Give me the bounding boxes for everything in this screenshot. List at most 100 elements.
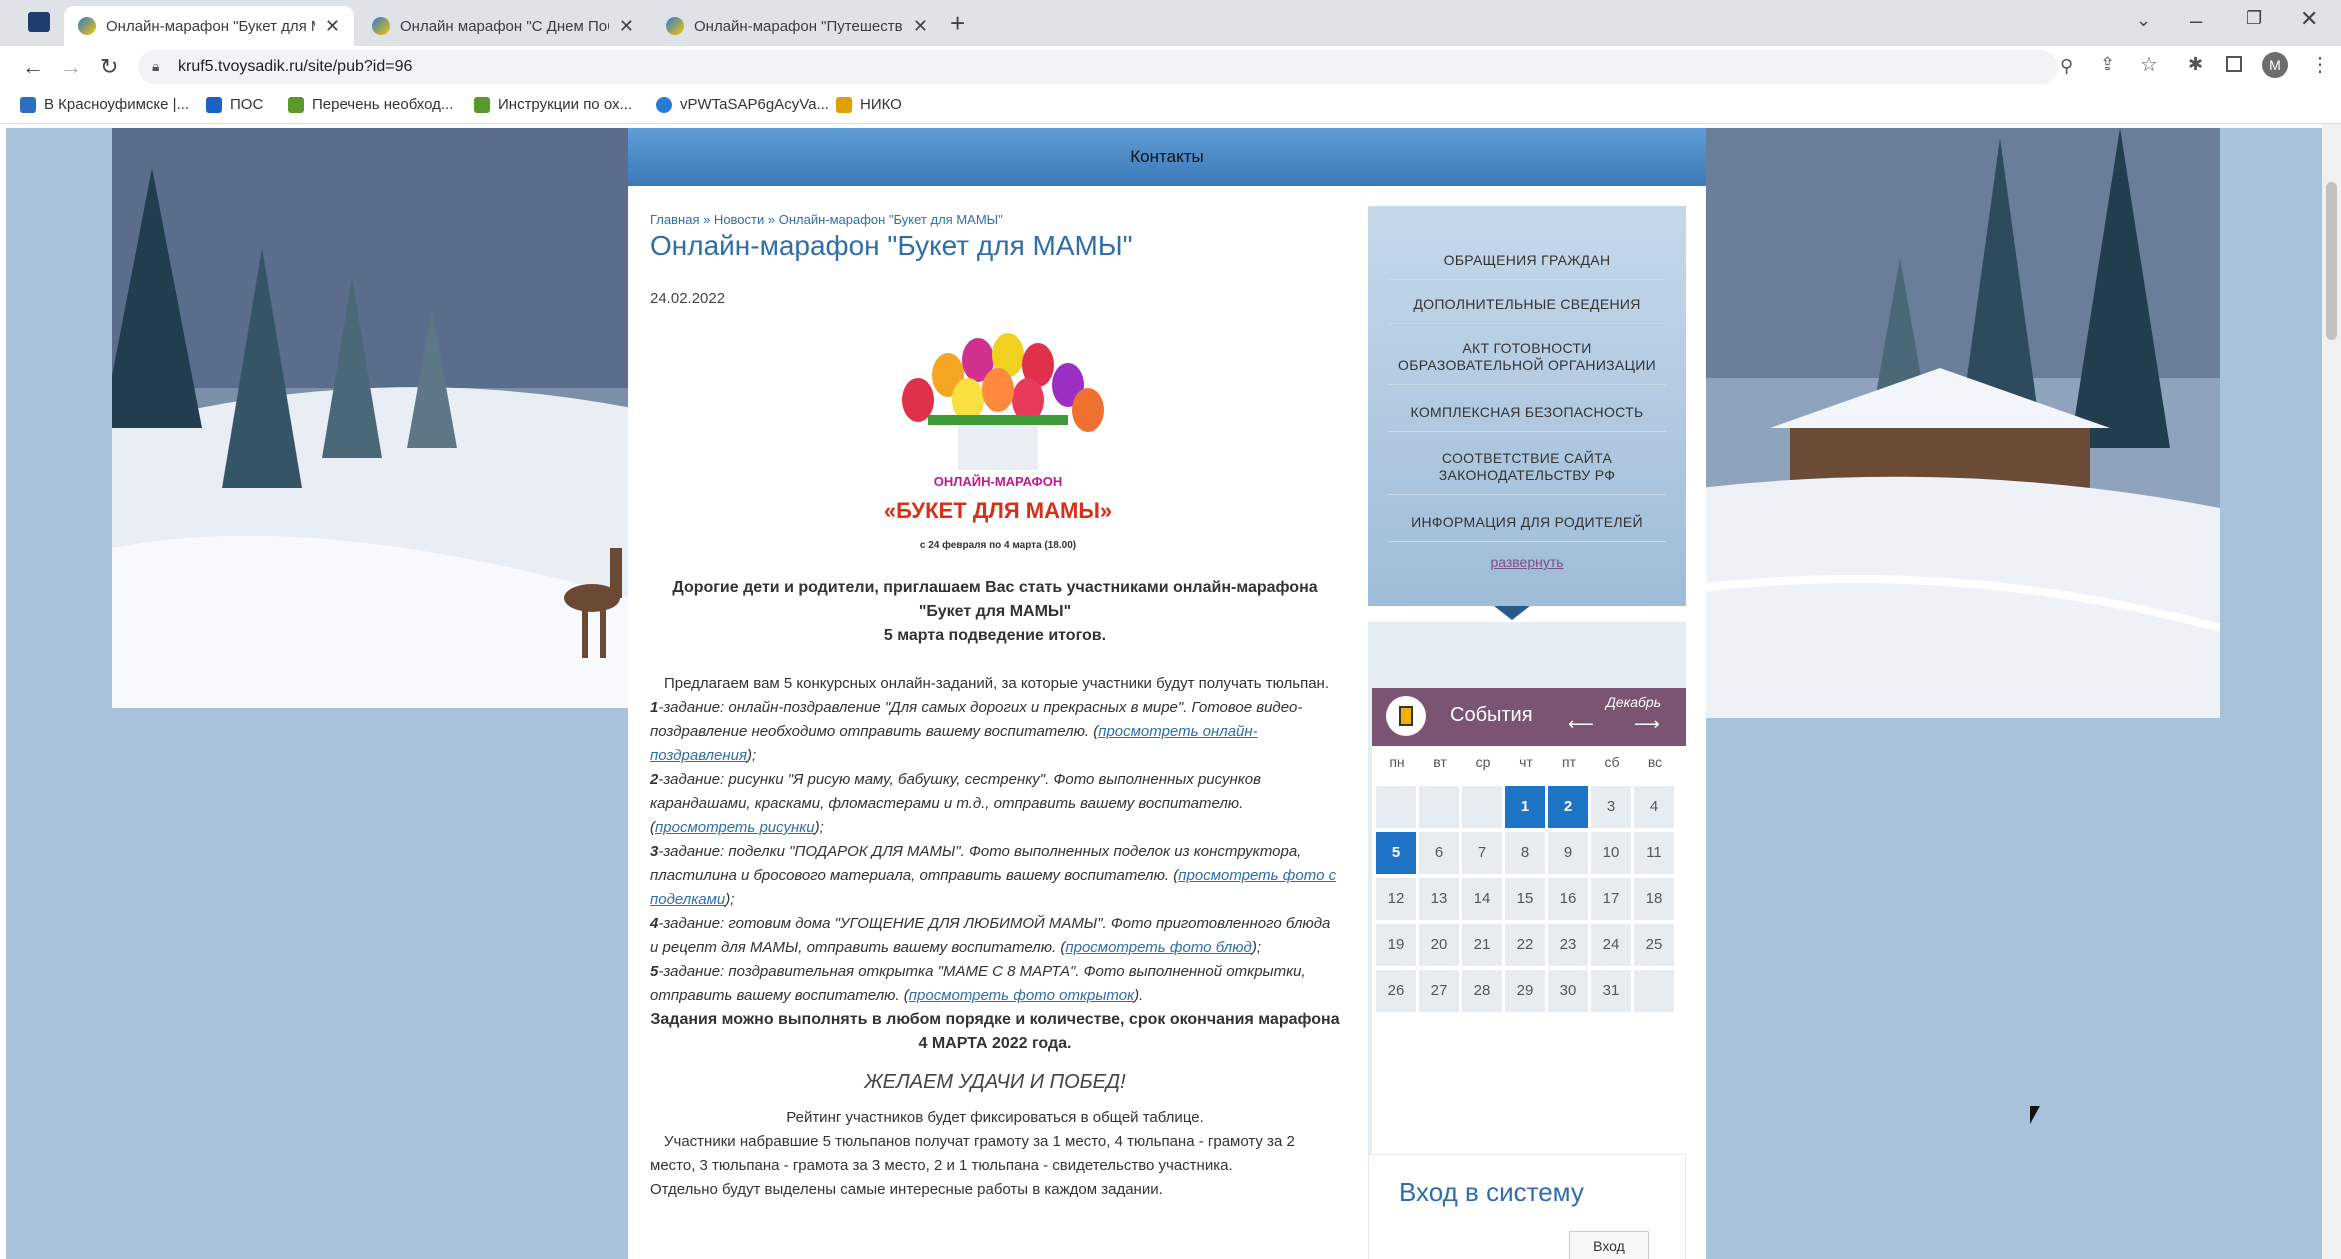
deadline-paragraph: Задания можно выполнять в любом порядке …: [650, 1011, 1340, 1052]
sidebar-item-security[interactable]: КОМПЛЕКСНАЯ БЕЗОПАСНОСТЬ: [1388, 404, 1666, 432]
calendar-day[interactable]: 23: [1548, 924, 1588, 966]
calendar-day[interactable]: 30: [1548, 970, 1588, 1012]
restore-button[interactable]: ❐: [2246, 8, 2262, 29]
calendar-header: События Декабрь ⟵ ⟶: [1372, 688, 1686, 746]
calendar-day[interactable]: 4: [1634, 786, 1674, 828]
scrollbar-thumb[interactable]: [2326, 182, 2337, 340]
bookmarks-bar: В Красноуфимске |... ПОС Перечень необхо…: [0, 88, 2341, 124]
task-link[interactable]: просмотреть фото открыток: [909, 987, 1134, 1004]
calendar-day[interactable]: 17: [1591, 878, 1631, 920]
calendar-day[interactable]: 12: [1376, 878, 1416, 920]
bookmark-star-icon[interactable]: ☆: [2140, 52, 2158, 77]
rating-paragraph: Рейтинг участников будет фиксироваться в…: [786, 1109, 1204, 1126]
sidebar-item-appeals[interactable]: ОБРАЩЕНИЯ ГРАЖДАН: [1388, 252, 1666, 280]
breadcrumb[interactable]: Главная » Новости » Онлайн-марафон "Буке…: [650, 212, 1003, 227]
calendar-day[interactable]: 5: [1376, 832, 1416, 874]
calendar-day[interactable]: 8: [1505, 832, 1545, 874]
calendar-day[interactable]: 27: [1419, 970, 1459, 1012]
bookmark-item[interactable]: vPWTaSAP6gAcyVa...: [656, 96, 829, 113]
tasks-block: Предлагаем вам 5 конкурсных онлайн-задан…: [650, 672, 1340, 1202]
address-bar[interactable]: 🔒︎ kruf5.tvoysadik.ru/site/pub?id=96: [138, 50, 2058, 84]
page-viewport: Контакты Главная » Новости » Онлайн-мара…: [6, 128, 2322, 1259]
bookmark-item[interactable]: НИКО: [836, 96, 902, 113]
top-nav: Контакты: [628, 128, 1706, 186]
calendar-month: Декабрь: [1606, 694, 1662, 710]
minimize-button[interactable]: –: [2190, 8, 2202, 34]
calendar-prev-button[interactable]: ⟵: [1568, 714, 1594, 735]
bookmark-item[interactable]: Инструкции по ох...: [474, 96, 632, 113]
back-arrow-icon[interactable]: ←: [22, 54, 44, 80]
tab-1[interactable]: Онлайн марафон "С Днем Победы" ✕: [358, 6, 648, 46]
calendar-day[interactable]: 7: [1462, 832, 1502, 874]
bookmark-item[interactable]: В Красноуфимске |...: [20, 96, 189, 113]
calendar-day[interactable]: 20: [1419, 924, 1459, 966]
task-item: 5-задание: поздравительная открытка "МАМ…: [650, 960, 1340, 1008]
browser-tab-strip: Онлайн-марафон "Букет для МАМЫ" ✕ Онлайн…: [0, 0, 2341, 46]
forward-arrow-icon[interactable]: →: [60, 54, 82, 80]
tab-2[interactable]: Онлайн-марафон "Путешествие" ✕: [652, 6, 942, 46]
page-title: Онлайн-марафон "Букет для МАМЫ": [650, 230, 1133, 261]
calendar-day[interactable]: 18: [1634, 878, 1674, 920]
bookmark-item[interactable]: ПОС: [206, 96, 263, 113]
calendar-day[interactable]: 22: [1505, 924, 1545, 966]
calendar-day[interactable]: 19: [1376, 924, 1416, 966]
offer-paragraph: Предлагаем вам 5 конкурсных онлайн-задан…: [664, 675, 1329, 692]
nav-contacts-link[interactable]: Контакты: [1130, 147, 1203, 166]
task-item: 4-задание: готовим дома "УГОЩЕНИЕ ДЛЯ ЛЮ…: [650, 912, 1340, 960]
calendar-day[interactable]: 3: [1591, 786, 1631, 828]
leaf-icon: [474, 96, 490, 113]
task-link[interactable]: просмотреть рисунки: [655, 819, 815, 836]
calendar-day[interactable]: 15: [1505, 878, 1545, 920]
login-button[interactable]: Вход: [1569, 1231, 1649, 1259]
calendar-next-button[interactable]: ⟶: [1634, 714, 1660, 735]
leaf-icon: [288, 96, 304, 113]
sidebar-menu: ОБРАЩЕНИЯ ГРАЖДАН ДОПОЛНИТЕЛЬНЫЕ СВЕДЕНИ…: [1368, 206, 1686, 606]
sidebar-arrow-icon: [1494, 606, 1530, 620]
zoom-icon[interactable]: ⚲: [2060, 56, 2073, 77]
side-panel-icon[interactable]: [2226, 56, 2242, 72]
page-scrollbar[interactable]: [2322, 124, 2341, 1259]
calendar-day[interactable]: 25: [1634, 924, 1674, 966]
calendar-day[interactable]: 9: [1548, 832, 1588, 874]
calendar-day[interactable]: 1: [1505, 786, 1545, 828]
sidebar-item-readiness-act[interactable]: АКТ ГОТОВНОСТИ ОБРАЗОВАТЕЛЬНОЙ ОРГАНИЗАЦ…: [1388, 340, 1666, 385]
bookmark-label: В Красноуфимске |...: [44, 96, 190, 113]
new-tab-button[interactable]: +: [950, 8, 965, 39]
calendar-day[interactable]: 26: [1376, 970, 1416, 1012]
calendar-day[interactable]: 2: [1548, 786, 1588, 828]
close-icon[interactable]: ✕: [619, 16, 634, 37]
bookmark-item[interactable]: Перечень необход...: [288, 96, 453, 113]
close-icon[interactable]: ✕: [325, 16, 340, 37]
calendar-day[interactable]: 24: [1591, 924, 1631, 966]
calendar-day[interactable]: 6: [1419, 832, 1459, 874]
calendar-day[interactable]: 10: [1591, 832, 1631, 874]
calendar-day[interactable]: 14: [1462, 878, 1502, 920]
calendar-day[interactable]: 16: [1548, 878, 1588, 920]
tab-favicon-icon: [666, 17, 684, 35]
task-link[interactable]: просмотреть фото блюд: [1065, 939, 1251, 956]
sidebar-item-additional-info[interactable]: ДОПОЛНИТЕЛЬНЫЕ СВЕДЕНИЯ: [1388, 296, 1666, 324]
expand-link[interactable]: развернуть: [1368, 554, 1686, 570]
calendar-day[interactable]: 21: [1462, 924, 1502, 966]
extensions-icon[interactable]: ✱: [2188, 54, 2203, 75]
vk-icon: [20, 96, 36, 113]
winter-scene-right: [1700, 128, 2220, 718]
share-icon[interactable]: ⇪: [2100, 54, 2115, 75]
close-window-button[interactable]: ✕: [2300, 6, 2318, 32]
poster-dates: с 24 февраля по 4 марта (18.00): [919, 540, 1077, 551]
sidebar-item-parents-info[interactable]: ИНФОРМАЦИЯ ДЛЯ РОДИТЕЛЕЙ: [1388, 514, 1666, 542]
sidebar-item-compliance[interactable]: СООТВЕТСТВИЕ САЙТА ЗАКОНОДАТЕЛЬСТВУ РФ: [1388, 450, 1666, 495]
calendar-day[interactable]: 11: [1634, 832, 1674, 874]
calendar-day[interactable]: 13: [1419, 878, 1459, 920]
calendar-day[interactable]: 31: [1591, 970, 1631, 1012]
profile-avatar[interactable]: M: [2262, 52, 2288, 78]
bookmark-label: ПОС: [230, 96, 264, 113]
reload-icon[interactable]: ↻: [100, 54, 118, 80]
calendar-day[interactable]: 28: [1462, 970, 1502, 1012]
close-icon[interactable]: ✕: [913, 16, 928, 37]
tab-search-icon[interactable]: ⌄: [2136, 10, 2151, 31]
menu-kebab-icon[interactable]: ⋮: [2310, 52, 2330, 77]
tab-0[interactable]: Онлайн-марафон "Букет для МАМЫ" ✕: [64, 6, 354, 46]
calendar-day[interactable]: 29: [1505, 970, 1545, 1012]
niko-icon: [836, 96, 852, 113]
